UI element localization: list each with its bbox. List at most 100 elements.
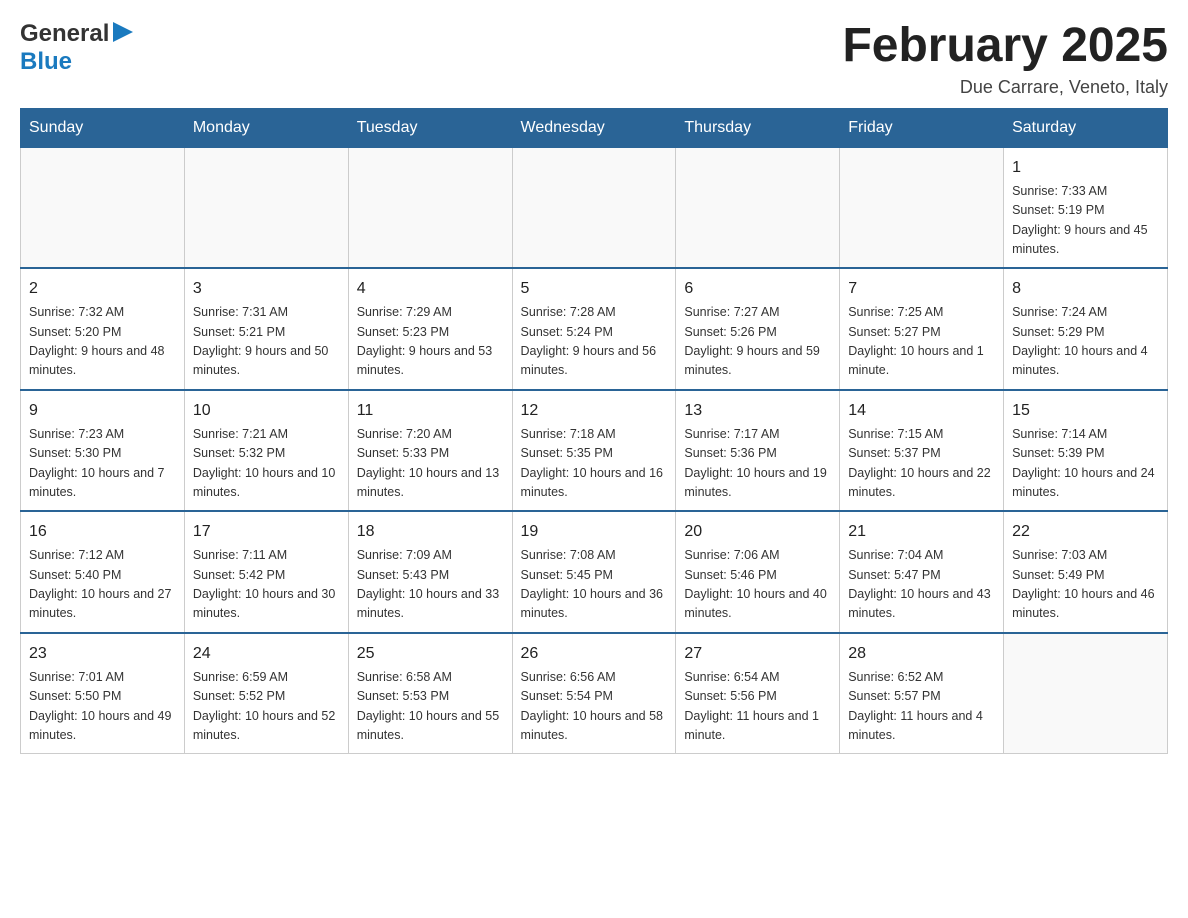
calendar-cell: 11Sunrise: 7:20 AMSunset: 5:33 PMDayligh… bbox=[348, 390, 512, 512]
calendar-cell: 14Sunrise: 7:15 AMSunset: 5:37 PMDayligh… bbox=[840, 390, 1004, 512]
calendar-cell: 20Sunrise: 7:06 AMSunset: 5:46 PMDayligh… bbox=[676, 511, 840, 633]
calendar-cell: 7Sunrise: 7:25 AMSunset: 5:27 PMDaylight… bbox=[840, 268, 1004, 390]
calendar-cell bbox=[676, 147, 840, 268]
calendar-week-row-3: 9Sunrise: 7:23 AMSunset: 5:30 PMDaylight… bbox=[21, 390, 1168, 512]
day-number: 16 bbox=[29, 520, 176, 544]
col-saturday: Saturday bbox=[1004, 108, 1168, 147]
day-info: Sunrise: 7:11 AMSunset: 5:42 PMDaylight:… bbox=[193, 546, 340, 624]
day-info: Sunrise: 7:15 AMSunset: 5:37 PMDaylight:… bbox=[848, 425, 995, 503]
day-info: Sunrise: 6:56 AMSunset: 5:54 PMDaylight:… bbox=[521, 668, 668, 746]
col-wednesday: Wednesday bbox=[512, 108, 676, 147]
calendar-cell: 28Sunrise: 6:52 AMSunset: 5:57 PMDayligh… bbox=[840, 633, 1004, 754]
col-tuesday: Tuesday bbox=[348, 108, 512, 147]
col-monday: Monday bbox=[184, 108, 348, 147]
day-info: Sunrise: 7:32 AMSunset: 5:20 PMDaylight:… bbox=[29, 303, 176, 381]
logo: General Blue bbox=[20, 20, 133, 76]
day-number: 5 bbox=[521, 277, 668, 301]
day-info: Sunrise: 6:58 AMSunset: 5:53 PMDaylight:… bbox=[357, 668, 504, 746]
title-section: February 2025 Due Carrare, Veneto, Italy bbox=[842, 20, 1168, 98]
calendar-cell: 26Sunrise: 6:56 AMSunset: 5:54 PMDayligh… bbox=[512, 633, 676, 754]
day-number: 25 bbox=[357, 642, 504, 666]
calendar-cell bbox=[348, 147, 512, 268]
day-info: Sunrise: 7:27 AMSunset: 5:26 PMDaylight:… bbox=[684, 303, 831, 381]
calendar-cell bbox=[840, 147, 1004, 268]
day-number: 9 bbox=[29, 399, 176, 423]
day-number: 22 bbox=[1012, 520, 1159, 544]
day-info: Sunrise: 7:20 AMSunset: 5:33 PMDaylight:… bbox=[357, 425, 504, 503]
page-header: General Blue February 2025 Due Carrare, … bbox=[20, 20, 1168, 98]
logo-blue-text: Blue bbox=[20, 48, 72, 75]
day-number: 2 bbox=[29, 277, 176, 301]
calendar-cell bbox=[512, 147, 676, 268]
calendar-cell: 18Sunrise: 7:09 AMSunset: 5:43 PMDayligh… bbox=[348, 511, 512, 633]
day-number: 13 bbox=[684, 399, 831, 423]
calendar-cell: 17Sunrise: 7:11 AMSunset: 5:42 PMDayligh… bbox=[184, 511, 348, 633]
calendar-cell: 6Sunrise: 7:27 AMSunset: 5:26 PMDaylight… bbox=[676, 268, 840, 390]
day-info: Sunrise: 6:59 AMSunset: 5:52 PMDaylight:… bbox=[193, 668, 340, 746]
day-info: Sunrise: 7:06 AMSunset: 5:46 PMDaylight:… bbox=[684, 546, 831, 624]
day-number: 4 bbox=[357, 277, 504, 301]
calendar-cell: 22Sunrise: 7:03 AMSunset: 5:49 PMDayligh… bbox=[1004, 511, 1168, 633]
calendar-cell: 3Sunrise: 7:31 AMSunset: 5:21 PMDaylight… bbox=[184, 268, 348, 390]
calendar-header-row: Sunday Monday Tuesday Wednesday Thursday… bbox=[21, 108, 1168, 147]
day-number: 1 bbox=[1012, 156, 1159, 180]
calendar-cell: 27Sunrise: 6:54 AMSunset: 5:56 PMDayligh… bbox=[676, 633, 840, 754]
day-info: Sunrise: 7:04 AMSunset: 5:47 PMDaylight:… bbox=[848, 546, 995, 624]
calendar-cell: 2Sunrise: 7:32 AMSunset: 5:20 PMDaylight… bbox=[21, 268, 185, 390]
day-info: Sunrise: 7:31 AMSunset: 5:21 PMDaylight:… bbox=[193, 303, 340, 381]
calendar-cell: 13Sunrise: 7:17 AMSunset: 5:36 PMDayligh… bbox=[676, 390, 840, 512]
calendar-cell: 25Sunrise: 6:58 AMSunset: 5:53 PMDayligh… bbox=[348, 633, 512, 754]
col-friday: Friday bbox=[840, 108, 1004, 147]
day-info: Sunrise: 7:24 AMSunset: 5:29 PMDaylight:… bbox=[1012, 303, 1159, 381]
day-number: 8 bbox=[1012, 277, 1159, 301]
day-info: Sunrise: 7:17 AMSunset: 5:36 PMDaylight:… bbox=[684, 425, 831, 503]
col-thursday: Thursday bbox=[676, 108, 840, 147]
day-info: Sunrise: 6:54 AMSunset: 5:56 PMDaylight:… bbox=[684, 668, 831, 746]
calendar-cell: 10Sunrise: 7:21 AMSunset: 5:32 PMDayligh… bbox=[184, 390, 348, 512]
day-number: 7 bbox=[848, 277, 995, 301]
day-number: 20 bbox=[684, 520, 831, 544]
day-info: Sunrise: 7:09 AMSunset: 5:43 PMDaylight:… bbox=[357, 546, 504, 624]
day-number: 19 bbox=[521, 520, 668, 544]
month-title: February 2025 bbox=[842, 20, 1168, 73]
day-number: 27 bbox=[684, 642, 831, 666]
calendar-cell: 24Sunrise: 6:59 AMSunset: 5:52 PMDayligh… bbox=[184, 633, 348, 754]
day-number: 11 bbox=[357, 399, 504, 423]
day-number: 3 bbox=[193, 277, 340, 301]
day-info: Sunrise: 7:29 AMSunset: 5:23 PMDaylight:… bbox=[357, 303, 504, 381]
calendar-cell: 21Sunrise: 7:04 AMSunset: 5:47 PMDayligh… bbox=[840, 511, 1004, 633]
calendar-week-row-5: 23Sunrise: 7:01 AMSunset: 5:50 PMDayligh… bbox=[21, 633, 1168, 754]
day-info: Sunrise: 7:21 AMSunset: 5:32 PMDaylight:… bbox=[193, 425, 340, 503]
logo-arrow-icon bbox=[113, 22, 133, 47]
day-info: Sunrise: 7:03 AMSunset: 5:49 PMDaylight:… bbox=[1012, 546, 1159, 624]
day-info: Sunrise: 7:08 AMSunset: 5:45 PMDaylight:… bbox=[521, 546, 668, 624]
day-number: 21 bbox=[848, 520, 995, 544]
calendar-week-row-1: 1Sunrise: 7:33 AMSunset: 5:19 PMDaylight… bbox=[21, 147, 1168, 268]
day-number: 6 bbox=[684, 277, 831, 301]
calendar-cell bbox=[1004, 633, 1168, 754]
calendar-cell: 23Sunrise: 7:01 AMSunset: 5:50 PMDayligh… bbox=[21, 633, 185, 754]
day-number: 26 bbox=[521, 642, 668, 666]
calendar-cell: 19Sunrise: 7:08 AMSunset: 5:45 PMDayligh… bbox=[512, 511, 676, 633]
day-number: 17 bbox=[193, 520, 340, 544]
day-info: Sunrise: 6:52 AMSunset: 5:57 PMDaylight:… bbox=[848, 668, 995, 746]
day-number: 18 bbox=[357, 520, 504, 544]
calendar-cell: 16Sunrise: 7:12 AMSunset: 5:40 PMDayligh… bbox=[21, 511, 185, 633]
col-sunday: Sunday bbox=[21, 108, 185, 147]
logo-general-text: General bbox=[20, 20, 109, 48]
calendar-cell: 15Sunrise: 7:14 AMSunset: 5:39 PMDayligh… bbox=[1004, 390, 1168, 512]
calendar-cell: 8Sunrise: 7:24 AMSunset: 5:29 PMDaylight… bbox=[1004, 268, 1168, 390]
day-number: 15 bbox=[1012, 399, 1159, 423]
day-number: 14 bbox=[848, 399, 995, 423]
day-info: Sunrise: 7:28 AMSunset: 5:24 PMDaylight:… bbox=[521, 303, 668, 381]
day-number: 12 bbox=[521, 399, 668, 423]
calendar-cell: 1Sunrise: 7:33 AMSunset: 5:19 PMDaylight… bbox=[1004, 147, 1168, 268]
calendar-cell: 9Sunrise: 7:23 AMSunset: 5:30 PMDaylight… bbox=[21, 390, 185, 512]
calendar-cell: 5Sunrise: 7:28 AMSunset: 5:24 PMDaylight… bbox=[512, 268, 676, 390]
day-info: Sunrise: 7:01 AMSunset: 5:50 PMDaylight:… bbox=[29, 668, 176, 746]
day-number: 23 bbox=[29, 642, 176, 666]
day-info: Sunrise: 7:33 AMSunset: 5:19 PMDaylight:… bbox=[1012, 182, 1159, 260]
calendar-week-row-4: 16Sunrise: 7:12 AMSunset: 5:40 PMDayligh… bbox=[21, 511, 1168, 633]
day-info: Sunrise: 7:25 AMSunset: 5:27 PMDaylight:… bbox=[848, 303, 995, 381]
day-number: 10 bbox=[193, 399, 340, 423]
